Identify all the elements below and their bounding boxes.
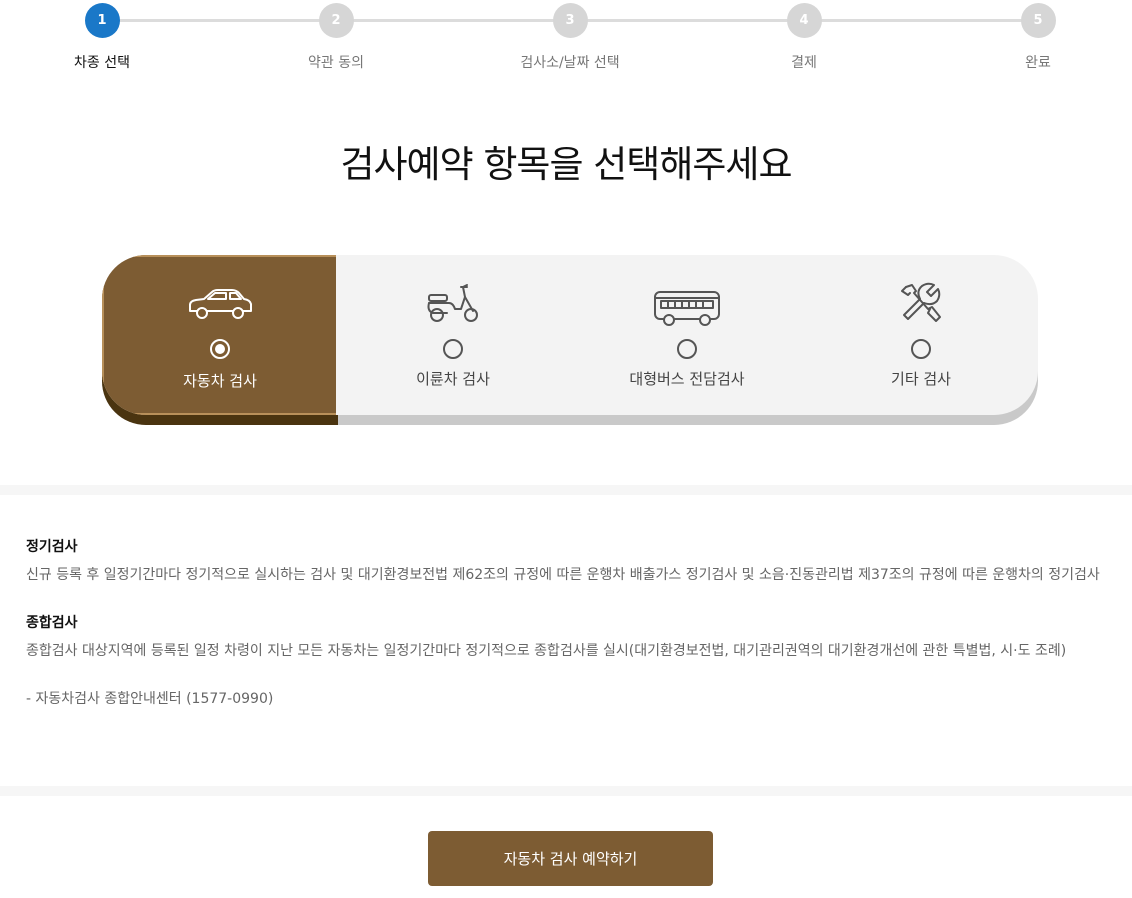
- step-label: 완료: [1025, 55, 1051, 71]
- reserve-button[interactable]: 자동차 검사 예약하기: [428, 831, 713, 886]
- step-number: 4: [786, 3, 822, 38]
- regular-inspection-heading: 정기검사: [26, 539, 78, 555]
- option-label: 기타 검사: [891, 370, 951, 388]
- progress-stepper: 1 차종 선택 2 약관 동의 3 검사소/날짜 선택 4 결제 5 완료: [0, 0, 1132, 90]
- step-terms: 2 약관 동의: [256, 3, 416, 72]
- vehicle-type-selector: 자동차 검사 이륜차 검사 대형버스 전담검사 기타 검사: [102, 255, 1038, 415]
- step-number: 3: [552, 3, 588, 38]
- comprehensive-inspection-heading: 종합검사: [26, 615, 78, 631]
- step-label: 차종 선택: [74, 55, 130, 71]
- option-label: 대형버스 전담검사: [629, 370, 745, 388]
- step-label: 검사소/날짜 선택: [520, 55, 620, 71]
- option-other-inspection[interactable]: 기타 검사: [804, 255, 1038, 415]
- option-bus-inspection[interactable]: 대형버스 전담검사: [570, 255, 804, 415]
- divider-band: [0, 786, 1132, 796]
- scooter-icon: [336, 281, 570, 329]
- option-car-inspection[interactable]: 자동차 검사: [102, 255, 336, 415]
- option-label: 자동차 검사: [183, 372, 257, 390]
- step-number: 1: [84, 3, 120, 38]
- comprehensive-inspection-text: 종합검사 대상지역에 등록된 일정 차령이 지난 모든 자동차는 일정기간마다 …: [26, 643, 1067, 659]
- radio-other[interactable]: [911, 339, 931, 359]
- step-label: 결제: [791, 55, 817, 71]
- step-vehicle-type: 1 차종 선택: [22, 3, 182, 72]
- tools-icon: [804, 281, 1038, 329]
- bus-icon: [570, 289, 804, 337]
- regular-inspection-text: 신규 등록 후 일정기간마다 정기적으로 실시하는 검사 및 대기환경보전법 제…: [26, 567, 1100, 583]
- page-title: 검사예약 항목을 선택해주세요: [340, 143, 792, 186]
- step-station-date: 3 검사소/날짜 선택: [490, 3, 650, 72]
- divider-band: [0, 485, 1132, 495]
- car-icon: [104, 287, 336, 335]
- step-number: 5: [1020, 3, 1056, 38]
- radio-bus[interactable]: [677, 339, 697, 359]
- option-motorcycle-inspection[interactable]: 이륜차 검사: [336, 255, 570, 415]
- radio-motorcycle[interactable]: [443, 339, 463, 359]
- inspection-description: 정기검사 신규 등록 후 일정기간마다 정기적으로 실시하는 검사 및 대기환경…: [26, 536, 1108, 708]
- step-number: 2: [318, 3, 354, 38]
- step-complete: 5 완료: [958, 3, 1118, 72]
- step-payment: 4 결제: [724, 3, 884, 72]
- step-label: 약관 동의: [308, 55, 364, 71]
- radio-car-selected[interactable]: [210, 339, 230, 359]
- contact-info: - 자동차검사 종합안내센터 (1577-0990): [26, 691, 274, 707]
- option-label: 이륜차 검사: [416, 370, 490, 388]
